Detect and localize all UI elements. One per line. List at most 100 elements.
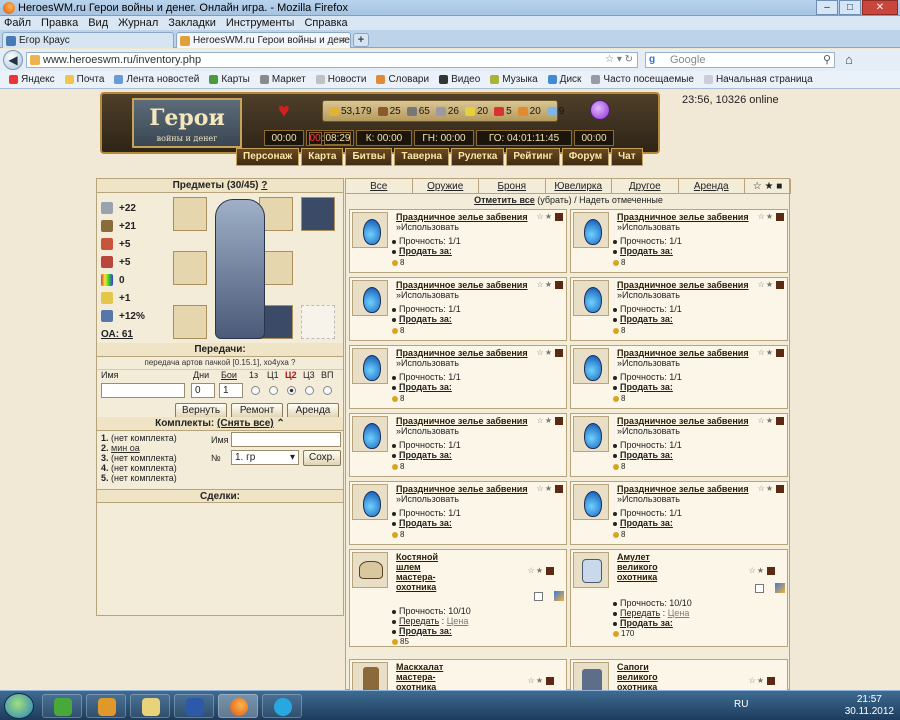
radio-c2[interactable]: [287, 386, 296, 395]
minimize-button[interactable]: –: [816, 0, 838, 15]
use-link[interactable]: »Использовать: [396, 222, 459, 232]
sell-link[interactable]: Продать за:: [392, 450, 452, 460]
bookmark-music[interactable]: Музыка: [487, 71, 540, 88]
item-action-icons[interactable]: ☆★: [537, 484, 563, 493]
radio-c3[interactable]: [305, 386, 314, 395]
sell-link[interactable]: Продать за:: [613, 618, 673, 628]
bookmark-frequent[interactable]: Часто посещаемые: [588, 71, 697, 88]
item-action-icons[interactable]: ☆★: [749, 566, 775, 575]
reload-icon[interactable]: ☆ ▾ ↻: [605, 53, 633, 67]
item-action-icons[interactable]: ☆★: [758, 416, 784, 425]
item-action-icons[interactable]: ☆★: [758, 212, 784, 221]
kit-number-select[interactable]: 1. гр ▾: [231, 450, 299, 465]
nav-forum[interactable]: Форум: [561, 148, 610, 166]
stat-ammo-points[interactable]: ОА: 61: [101, 325, 169, 343]
mark-rest-text[interactable]: (убрать) / Надеть отмеченные: [537, 195, 663, 205]
tab-2[interactable]: HeroesWM.ru Герои войны и денег... ×: [176, 32, 351, 48]
radio-vp[interactable]: [323, 386, 332, 395]
use-link[interactable]: »Использовать: [396, 290, 459, 300]
use-link[interactable]: »Использовать: [617, 222, 680, 232]
item-thumb[interactable]: [352, 212, 388, 248]
kits-clear-link[interactable]: (Снять все): [217, 418, 274, 429]
new-tab-button[interactable]: +: [353, 33, 369, 47]
taskbar-media-player[interactable]: [86, 694, 126, 718]
item-title[interactable]: Праздничное зелье забвения: [396, 484, 546, 494]
bookmark-maps[interactable]: Карты: [206, 71, 253, 88]
mark-all-link[interactable]: Отметить все: [474, 195, 535, 205]
category-other[interactable]: Другое: [612, 179, 679, 193]
item-thumb[interactable]: [573, 552, 609, 588]
menu-bookmarks[interactable]: Закладки: [168, 16, 216, 30]
transfer-help-link[interactable]: ?: [291, 358, 295, 367]
tab-close-icon[interactable]: ×: [340, 33, 346, 48]
language-indicator[interactable]: RU: [734, 699, 748, 710]
recipient-name-input[interactable]: [101, 383, 185, 398]
use-link[interactable]: »Использовать: [396, 426, 459, 436]
item-action-icons[interactable]: ☆★: [758, 348, 784, 357]
price-link[interactable]: Цена: [668, 608, 690, 618]
item-thumb[interactable]: [352, 662, 388, 690]
kit-item-5[interactable]: 5. (нет комплекта): [101, 473, 177, 483]
filter-icons[interactable]: ☆ ★ ■: [745, 179, 791, 193]
fights-label[interactable]: Бои: [221, 370, 237, 380]
taskbar-word[interactable]: [174, 694, 214, 718]
item-action-icons[interactable]: ☆★: [749, 676, 775, 685]
use-link[interactable]: »Использовать: [617, 358, 680, 368]
bookmark-start-page[interactable]: Начальная страница: [701, 71, 816, 88]
item-title[interactable]: Праздничное зелье забвения: [396, 212, 546, 222]
item-thumb[interactable]: [352, 484, 388, 520]
category-all[interactable]: Все: [346, 179, 413, 193]
item-action-icons[interactable]: ☆★: [758, 484, 784, 493]
item-title[interactable]: Праздничное зелье забвения: [617, 212, 767, 222]
item-title[interactable]: Праздничное зелье забвения: [617, 484, 767, 494]
item-thumb[interactable]: [573, 662, 609, 690]
item-action-icons[interactable]: ☆★: [537, 348, 563, 357]
bookmark-news-feed[interactable]: Лента новостей: [111, 71, 202, 88]
bookmark-dictionaries[interactable]: Словари: [373, 71, 432, 88]
menu-history[interactable]: Журнал: [118, 16, 158, 30]
item-thumb[interactable]: [573, 212, 609, 248]
item-title[interactable]: Праздничное зелье забвения: [617, 416, 767, 426]
horse-slot-icon[interactable]: [301, 305, 335, 339]
sell-link[interactable]: Продать за:: [392, 382, 452, 392]
price-link[interactable]: Цена: [447, 616, 469, 626]
items-help-link[interactable]: ?: [261, 180, 267, 191]
fights-input[interactable]: 1: [219, 383, 243, 398]
sell-link[interactable]: Продать за:: [392, 626, 452, 636]
taskbar-firefox[interactable]: [218, 694, 258, 718]
item-thumb[interactable]: [573, 416, 609, 452]
slot-scroll-icon[interactable]: [301, 197, 335, 231]
repair-tool-icon[interactable]: [554, 591, 564, 601]
radio-1z[interactable]: [251, 386, 260, 395]
kit-item-1[interactable]: 1. (нет комплекта): [101, 433, 177, 443]
nav-battles[interactable]: Битвы: [345, 148, 393, 166]
sell-link[interactable]: Продать за:: [613, 314, 673, 324]
item-title[interactable]: Костяной шлем мастера-охотника: [396, 552, 456, 592]
category-jewelry[interactable]: Ювелирка: [546, 179, 612, 193]
bookmark-market[interactable]: Маркет: [257, 71, 309, 88]
item-title[interactable]: Сапоги великого охотника: [617, 662, 677, 690]
item-thumb[interactable]: [573, 280, 609, 316]
bookmark-disk[interactable]: Диск: [545, 71, 585, 88]
maximize-button[interactable]: □: [839, 0, 861, 15]
kit-save-button[interactable]: Сохр.: [303, 450, 341, 466]
select-checkbox[interactable]: [534, 592, 543, 601]
sell-link[interactable]: Продать за:: [392, 518, 452, 528]
nav-roulette[interactable]: Рулетка: [451, 148, 505, 166]
tab-1[interactable]: Егор Краус: [2, 32, 174, 48]
item-thumb[interactable]: [352, 416, 388, 452]
menu-help[interactable]: Справка: [304, 16, 347, 30]
item-thumb[interactable]: [573, 348, 609, 384]
item-thumb[interactable]: [573, 484, 609, 520]
item-action-icons[interactable]: ☆★: [528, 566, 554, 575]
item-title[interactable]: Праздничное зелье забвения: [396, 280, 546, 290]
item-title[interactable]: Маскхалат мастера-охотника: [396, 662, 456, 690]
kit-item-4[interactable]: 4. (нет комплекта): [101, 463, 177, 473]
use-link[interactable]: »Использовать: [396, 494, 459, 504]
days-input[interactable]: 0: [191, 383, 215, 398]
sell-link[interactable]: Продать за:: [613, 246, 673, 256]
sell-link[interactable]: Продать за:: [392, 246, 452, 256]
menu-file[interactable]: Файл: [4, 16, 31, 30]
item-title[interactable]: Амулет великого охотника: [617, 552, 677, 582]
bookmark-video[interactable]: Видео: [436, 71, 483, 88]
